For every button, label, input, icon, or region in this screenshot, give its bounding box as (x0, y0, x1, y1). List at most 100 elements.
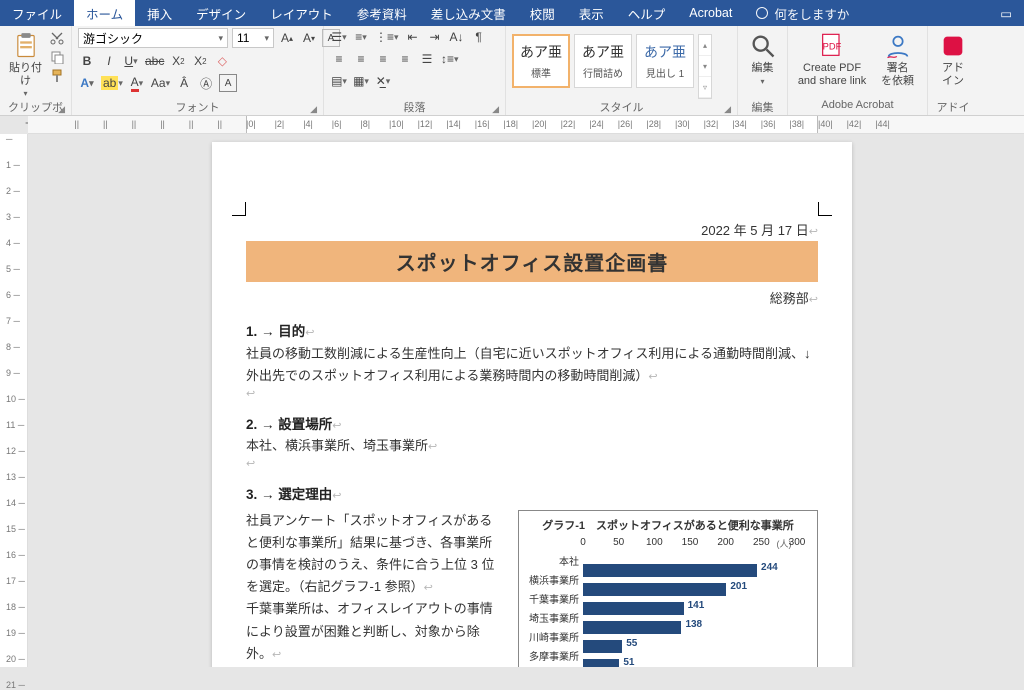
axis-tick: 0 (580, 537, 586, 548)
italic-button[interactable]: I (100, 52, 118, 70)
bullets-button[interactable]: ☰▾ (330, 28, 348, 46)
sign-icon (884, 32, 912, 60)
clear-format-button[interactable]: ◇ (213, 52, 231, 70)
group-font: 游ゴシック▾ 11▾ A▴ A▾ A B I U▾ abc X2 X2 ◇ A▾… (72, 26, 324, 115)
tab-home[interactable]: ホーム (74, 0, 135, 26)
bold-button[interactable]: B (78, 52, 96, 70)
superscript-button[interactable]: X2 (191, 52, 209, 70)
vertical-ruler[interactable]: ─1 ─2 ─3 ─4 ─5 ─6 ─7 ─8 ─9 ─10 ─11 ─12 ─… (0, 134, 28, 667)
ruler-tick: 19 ─ (6, 628, 25, 638)
inc-indent-button[interactable]: ⇥ (426, 28, 444, 46)
tab-mailings[interactable]: 差し込み文書 (419, 0, 518, 26)
font-size-combo[interactable]: 11▾ (232, 28, 274, 48)
ribbon: 貼り付け ▾ クリップボード◢ 游ゴシック▾ 11▾ A▴ A▾ A B I (0, 26, 1024, 116)
ruler-tick: |44| (875, 119, 890, 129)
cut-button[interactable] (49, 30, 65, 46)
tab-file[interactable]: ファイル (0, 0, 74, 26)
ruler-tick: || (132, 119, 137, 129)
format-painter-button[interactable] (49, 68, 65, 84)
sec1-body: 社員の移動工数削減による生産性向上（自宅に近いスポットオフィス利用による通勤時間… (246, 343, 818, 387)
tab-help[interactable]: ヘルプ (616, 0, 678, 26)
style-normal[interactable]: あア亜標準 (512, 34, 570, 88)
tab-layout[interactable]: レイアウト (258, 0, 345, 26)
paste-button[interactable]: 貼り付け ▾ (6, 28, 45, 98)
dec-indent-button[interactable]: ⇤ (404, 28, 422, 46)
ruler-tick: |36| (761, 119, 776, 129)
grow-font-button[interactable]: A▴ (278, 29, 296, 47)
axis-tick: 100 (646, 537, 663, 548)
tab-design[interactable]: デザイン (184, 0, 258, 26)
align-center-button[interactable]: ≡ (352, 50, 370, 68)
distributed-button[interactable]: ☰ (418, 50, 436, 68)
ruler-tick: |14| (446, 119, 461, 129)
bar-label: 川崎事業所 (525, 629, 583, 644)
ruler-tick: |20| (532, 119, 547, 129)
char-border-button[interactable]: A (219, 74, 237, 92)
tab-review[interactable]: 校閲 (518, 0, 567, 26)
subscript-button[interactable]: X2 (169, 52, 187, 70)
borders-button[interactable]: ▦▾ (352, 72, 370, 90)
char-scale-button[interactable]: Â (175, 74, 193, 92)
bar-label: 千葉事業所 (525, 591, 583, 606)
editing-button[interactable]: 編集▾ (744, 28, 781, 86)
text-effects-button[interactable]: A▾ (78, 74, 96, 92)
chart: グラフ-1 スポットオフィスがあると便利な事業所 (人)050100150200… (518, 510, 818, 667)
tell-me[interactable]: 何をしますか (744, 0, 861, 26)
show-marks-button[interactable]: ¶ (470, 28, 488, 46)
pdf-icon: PDF (818, 32, 846, 60)
horizontal-ruler[interactable]: |||||||||||||0||2||4||6||8||10||12||14||… (28, 116, 1024, 134)
group-editing: 編集▾ 編集 (738, 26, 788, 115)
change-case-button[interactable]: Aa▾ (150, 74, 171, 92)
enclose-char-button[interactable]: Ⓐ (197, 74, 215, 92)
ribbon-collapse-icon[interactable]: ▭ (988, 0, 1024, 26)
font-name-combo[interactable]: 游ゴシック▾ (78, 28, 228, 48)
bulb-icon (756, 7, 768, 19)
tab-acrobat[interactable]: Acrobat (677, 0, 744, 26)
ruler-tick: 10 ─ (6, 394, 25, 404)
sec3-body1: 社員アンケート「スポットオフィスがあると便利な事業所」結果に基づき、各事業所の事… (246, 510, 504, 598)
chart-bar-row: 本社244 (525, 551, 811, 570)
justify-button[interactable]: ≡ (396, 50, 414, 68)
scissors-icon (50, 31, 64, 45)
document-canvas[interactable]: 2022 年 5 月 17 日↩ スポットオフィス設置企画書 総務部↩ 1. →… (28, 134, 1024, 667)
ruler-tick: |22| (561, 119, 576, 129)
underline-button[interactable]: U▾ (122, 52, 140, 70)
style-nospacing[interactable]: あア亜行間詰め (574, 34, 632, 88)
sec1-head: 1. → 目的 (246, 324, 305, 339)
menu-bar: ファイル ホーム 挿入 デザイン レイアウト 参考資料 差し込み文書 校閲 表示… (0, 0, 1024, 26)
tell-me-label: 何をしますか (774, 4, 849, 23)
group-addin: アド イン アドイン (928, 26, 978, 115)
ruler-tick: 14 ─ (6, 498, 25, 508)
line-spacing-button[interactable]: ↕≡▾ (440, 50, 460, 68)
ruler-tick: 17 ─ (6, 576, 25, 586)
sort-button[interactable]: A↓ (448, 28, 466, 46)
style-gallery-scroll[interactable]: ▴▾▿ (698, 34, 712, 99)
request-sign-button[interactable]: 署名 を依頼 (874, 28, 921, 87)
sec2-body: 本社、横浜事業所、埼玉事業所↩ (246, 435, 818, 457)
copy-icon (50, 50, 64, 64)
addin-button[interactable]: アド イン (934, 28, 972, 87)
ruler-tick: 2 ─ (6, 186, 20, 196)
ruler-tick: 16 ─ (6, 550, 25, 560)
ruler-tick: |30| (675, 119, 690, 129)
doc-title: スポットオフィス設置企画書 (246, 241, 818, 282)
numbering-button[interactable]: ≡▾ (352, 28, 370, 46)
align-right-button[interactable]: ≡ (374, 50, 392, 68)
shrink-font-button[interactable]: A▾ (300, 29, 318, 47)
style-heading1[interactable]: あア亜見出し 1 (636, 34, 694, 88)
asian-layout-button[interactable]: ✕̲▾ (374, 72, 392, 90)
tab-insert[interactable]: 挿入 (135, 0, 184, 26)
ruler-tick: |0| (246, 119, 256, 129)
create-pdf-button[interactable]: PDF Create PDF and share link (794, 28, 870, 87)
multilevel-button[interactable]: ⋮≡▾ (374, 28, 400, 46)
align-left-button[interactable]: ≡ (330, 50, 348, 68)
tab-references[interactable]: 参考資料 (345, 0, 419, 26)
strike-button[interactable]: abc (144, 52, 165, 70)
highlight-button[interactable]: ab▾ (100, 74, 124, 92)
ruler-tick: |34| (732, 119, 747, 129)
shading-button[interactable]: ▤▾ (330, 72, 348, 90)
ruler-tick: 20 ─ (6, 654, 25, 664)
tab-view[interactable]: 表示 (567, 0, 616, 26)
copy-button[interactable] (49, 49, 65, 65)
font-color-button[interactable]: A▾ (128, 74, 146, 92)
